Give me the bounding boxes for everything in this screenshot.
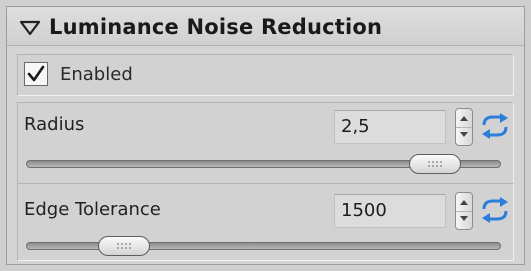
enabled-checkbox[interactable] [24,62,48,86]
radius-value-field[interactable]: 2,5 [334,110,446,144]
enabled-label: Enabled [60,64,133,85]
edge-tolerance-slider-track[interactable] [26,242,501,250]
spinner-down-icon [460,132,468,137]
edge-tolerance-value-field[interactable]: 1500 [334,194,446,228]
edge-tolerance-label: Edge Tolerance [24,199,161,220]
checkmark-icon [27,65,45,82]
slider-grip-icon [116,242,133,250]
radius-row: Radius 2,5 [17,102,514,184]
spinner-up-icon [460,116,468,121]
enabled-row: Enabled [17,54,514,96]
radius-slider-handle[interactable] [408,154,461,174]
edge-tolerance-spin-up-button[interactable] [456,193,472,212]
radius-reset-icon[interactable] [480,113,510,139]
edge-tolerance-spinner[interactable] [455,192,473,230]
panel-title: Luminance Noise Reduction [49,15,383,39]
radius-spin-up-button[interactable] [456,109,472,128]
slider-grip-icon [426,160,443,168]
edge-tolerance-row: Edge Tolerance 1500 [17,183,514,261]
spinner-down-icon [460,216,468,221]
radius-spinner[interactable] [455,108,473,146]
luminance-noise-reduction-panel: Luminance Noise Reduction Enabled Radius… [6,6,525,265]
collapse-triangle-icon[interactable] [19,20,41,36]
edge-tolerance-reset-icon[interactable] [480,197,510,223]
spinner-up-icon [460,200,468,205]
panel-header[interactable]: Luminance Noise Reduction [7,7,524,46]
edge-tolerance-slider-handle[interactable] [98,236,151,256]
edge-tolerance-spin-down-button[interactable] [456,211,472,229]
radius-label: Radius [24,114,85,135]
radius-spin-down-button[interactable] [456,127,472,145]
